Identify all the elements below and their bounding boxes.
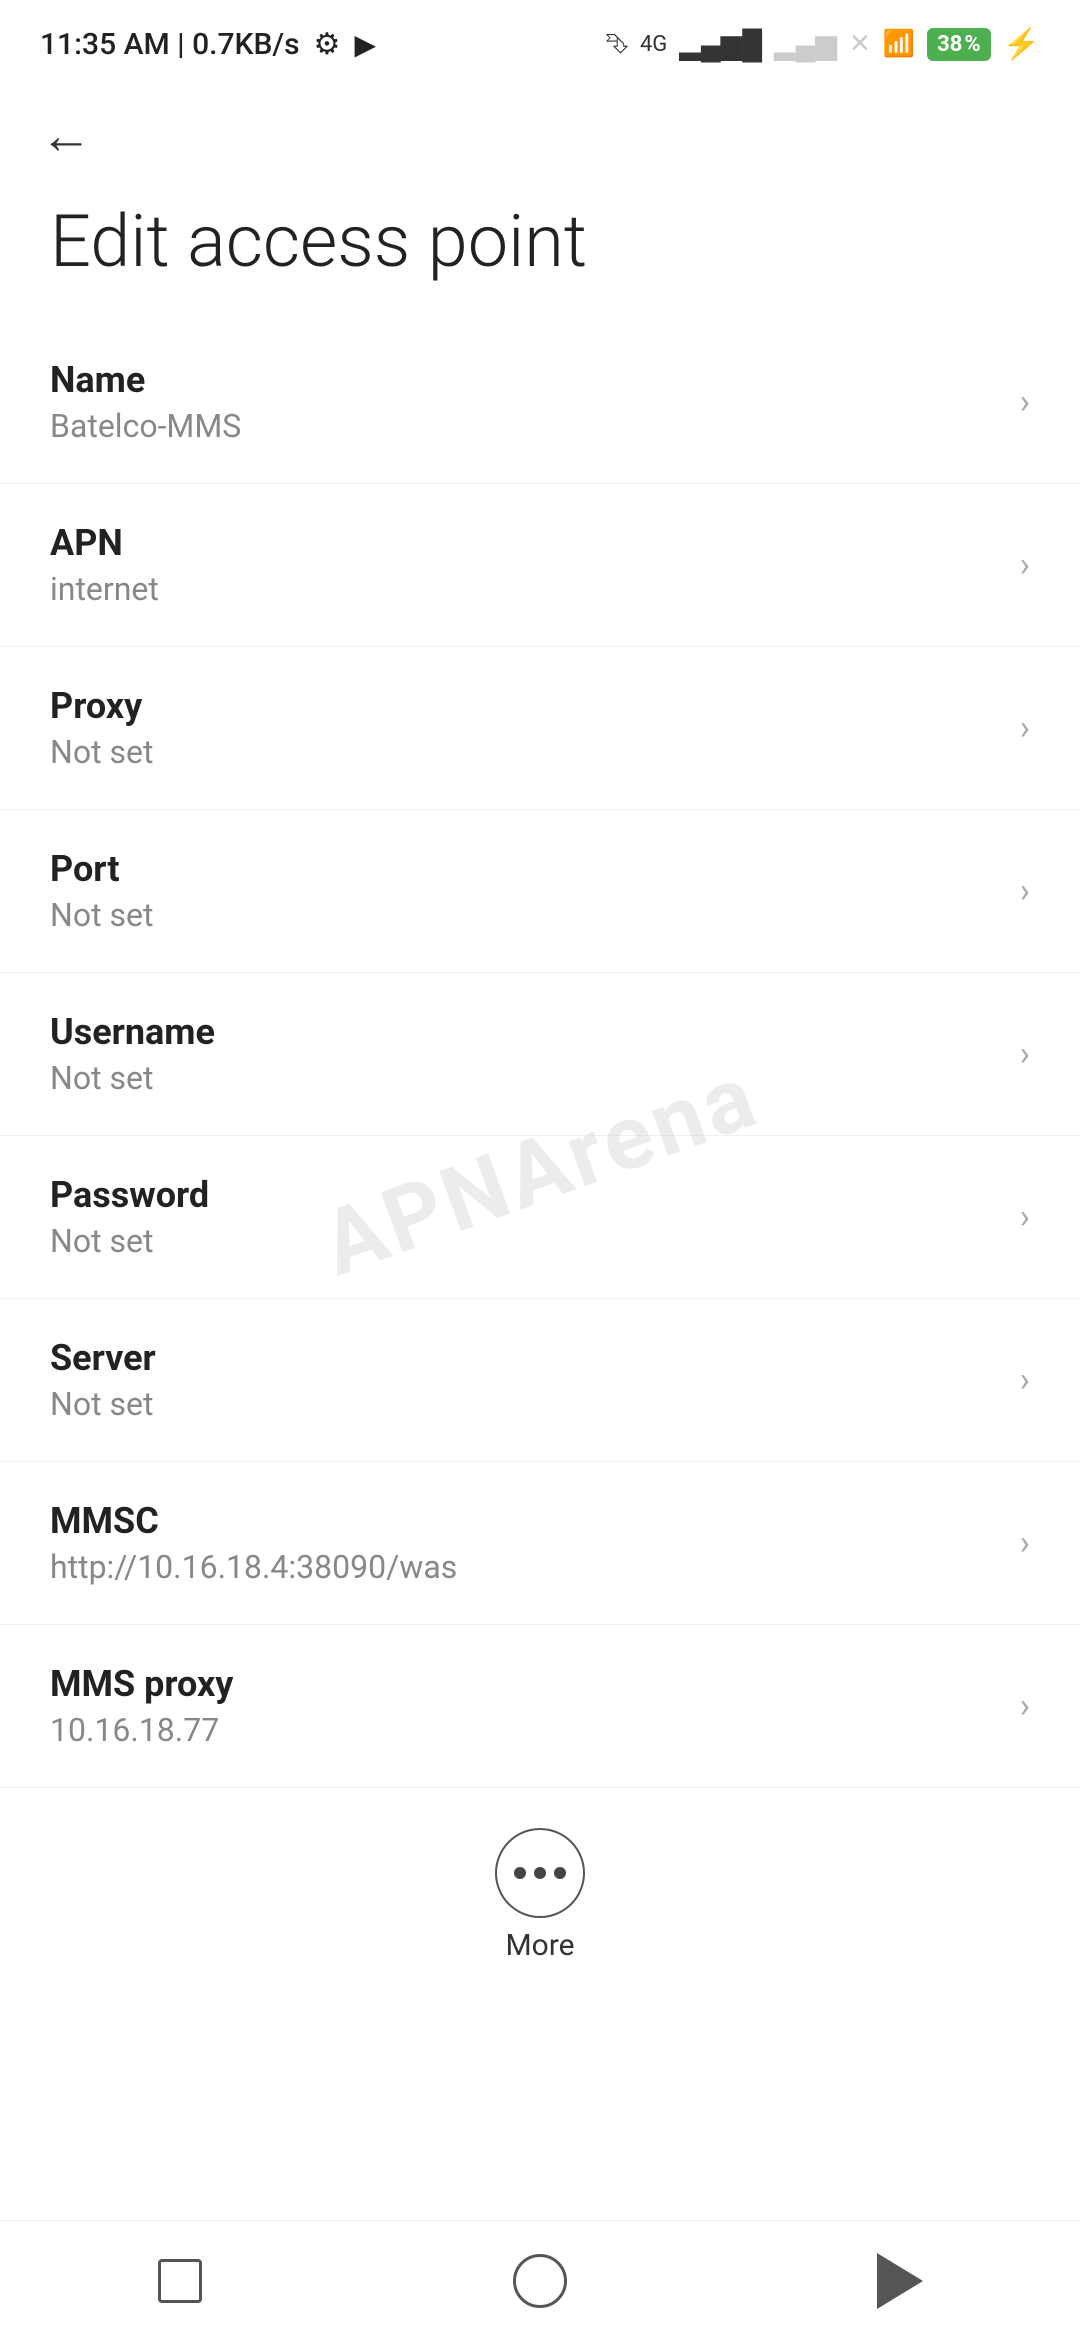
navigation-bar — [0, 2220, 1080, 2340]
status-time: 11:35 AM | 0.7KB/s — [40, 27, 300, 62]
settings-value-mmsc: http://10.16.18.4:38090/was — [50, 1548, 1000, 1586]
status-bar: 11:35 AM | 0.7KB/s ⚙ ▶ ⮷ 4G ▂▄▆█ ▂▄▆ ✕ 📶… — [0, 0, 1080, 80]
settings-value-name: Batelco-MMS — [50, 407, 1000, 445]
settings-item-mms-proxy[interactable]: MMS proxy 10.16.18.77 › — [0, 1625, 1080, 1788]
settings-label-proxy: Proxy — [50, 685, 1000, 727]
bluetooth-icon: ⮷ — [606, 27, 628, 61]
signal-bars-icon: ▂▄▆█ — [679, 28, 762, 61]
back-nav-button[interactable] — [860, 2241, 940, 2321]
dot-3 — [554, 1867, 566, 1879]
settings-list: Name Batelco-MMS › APN internet › Proxy … — [0, 321, 1080, 1788]
settings-value-mms-proxy: 10.16.18.77 — [50, 1711, 1000, 1749]
chevron-icon-proxy: › — [1020, 708, 1030, 748]
settings-label-port: Port — [50, 848, 1000, 890]
settings-value-password: Not set — [50, 1222, 1000, 1260]
more-section: More — [0, 1788, 1080, 1993]
settings-item-apn[interactable]: APN internet › — [0, 484, 1080, 647]
signal-4g-icon: 4G — [640, 32, 667, 57]
chevron-icon-server: › — [1020, 1360, 1030, 1400]
page-title: Edit access point — [0, 172, 1080, 321]
more-button[interactable] — [495, 1828, 585, 1918]
back-row: ← — [0, 80, 1080, 172]
settings-label-mmsc: MMSC — [50, 1500, 1000, 1542]
dot-1 — [514, 1867, 526, 1879]
battery-indicator: 38 % — [927, 28, 991, 61]
settings-item-username[interactable]: Username Not set › — [0, 973, 1080, 1136]
chevron-icon-password: › — [1020, 1197, 1030, 1237]
chevron-icon-mmsc: › — [1020, 1523, 1030, 1563]
chevron-icon-username: › — [1020, 1034, 1030, 1074]
settings-item-port[interactable]: Port Not set › — [0, 810, 1080, 973]
settings-value-proxy: Not set — [50, 733, 1000, 771]
wifi-x-icon: ✕ — [849, 29, 871, 59]
settings-label-username: Username — [50, 1011, 1000, 1053]
battery-level: 38 — [937, 32, 962, 57]
settings-value-apn: internet — [50, 570, 1000, 608]
chevron-icon-mms-proxy: › — [1020, 1686, 1030, 1726]
chevron-icon-name: › — [1020, 382, 1030, 422]
signal-bars2-icon: ▂▄▆ — [774, 28, 837, 61]
settings-item-name[interactable]: Name Batelco-MMS › — [0, 321, 1080, 484]
settings-label-password: Password — [50, 1174, 1000, 1216]
wifi-icon: 📶 — [883, 29, 915, 59]
charging-icon: ⚡ — [1003, 27, 1040, 62]
settings-value-username: Not set — [50, 1059, 1000, 1097]
more-label: More — [505, 1928, 574, 1963]
home-icon — [513, 2254, 567, 2308]
video-icon: ▶ — [354, 28, 376, 61]
recent-apps-icon — [158, 2259, 202, 2303]
home-button[interactable] — [500, 2241, 580, 2321]
chevron-icon-apn: › — [1020, 545, 1030, 585]
settings-label-apn: APN — [50, 522, 1000, 564]
settings-value-port: Not set — [50, 896, 1000, 934]
settings-value-server: Not set — [50, 1385, 1000, 1423]
dot-2 — [534, 1867, 546, 1879]
settings-icon: ⚙ — [314, 27, 341, 62]
back-button[interactable]: ← — [40, 105, 92, 166]
settings-item-mmsc[interactable]: MMSC http://10.16.18.4:38090/was › — [0, 1462, 1080, 1625]
back-nav-icon — [877, 2253, 923, 2309]
chevron-icon-port: › — [1020, 871, 1030, 911]
settings-label-server: Server — [50, 1337, 1000, 1379]
recent-apps-button[interactable] — [140, 2241, 220, 2321]
settings-label-name: Name — [50, 359, 1000, 401]
settings-item-proxy[interactable]: Proxy Not set › — [0, 647, 1080, 810]
settings-item-server[interactable]: Server Not set › — [0, 1299, 1080, 1462]
settings-label-mms-proxy: MMS proxy — [50, 1663, 1000, 1705]
settings-item-password[interactable]: Password Not set › — [0, 1136, 1080, 1299]
